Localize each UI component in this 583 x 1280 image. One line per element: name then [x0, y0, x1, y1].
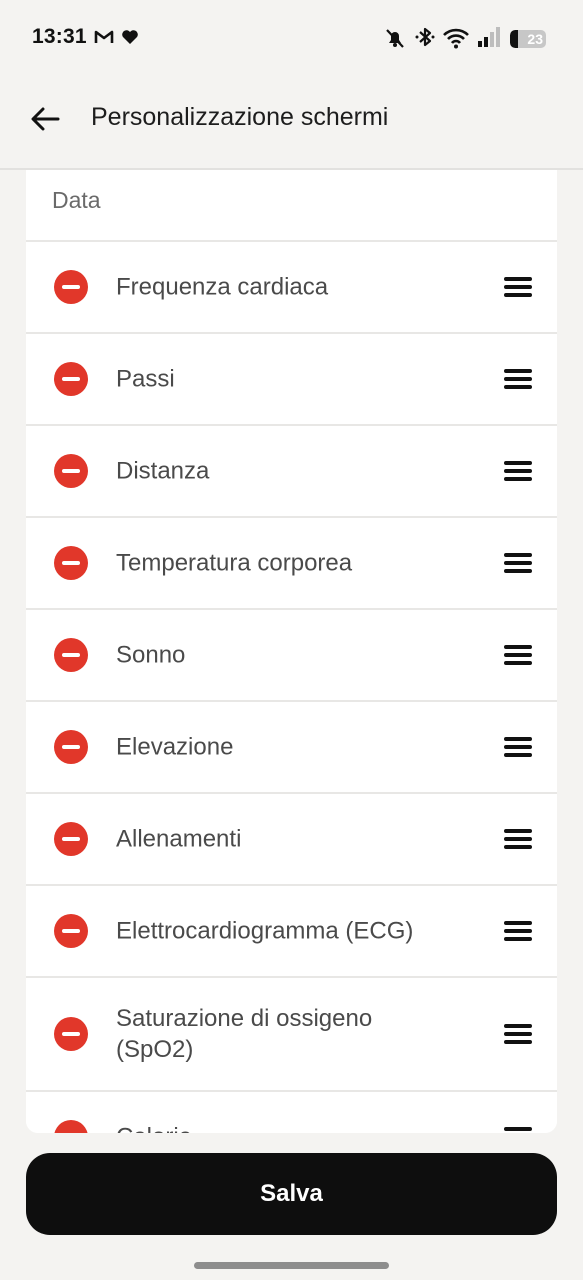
gesture-bar[interactable] [194, 1262, 389, 1269]
screen: 13:31 23 Personalizzazione schermi Data … [0, 0, 583, 1280]
back-button[interactable] [22, 96, 68, 142]
remove-button[interactable] [54, 730, 88, 764]
signal-icon [477, 26, 501, 53]
arrow-left-icon [31, 107, 60, 131]
battery-level: 23 [527, 31, 543, 47]
status-bar: 13:31 23 [0, 0, 583, 78]
section-header: Data [26, 170, 557, 242]
remove-button[interactable] [54, 546, 88, 580]
drag-handle-icon[interactable] [504, 919, 532, 943]
list-item: Sonno [26, 610, 557, 702]
gmail-icon [94, 29, 114, 50]
list-item-label: Elettrocardiogramma (ECG) [116, 917, 414, 945]
list-item: Passi [26, 334, 557, 426]
remove-button[interactable] [54, 1120, 88, 1133]
page-title: Personalizzazione schermi [91, 103, 389, 131]
drag-handle-icon[interactable] [504, 827, 532, 851]
drag-handle-icon[interactable] [504, 1022, 532, 1046]
list-item: Allenamenti [26, 794, 557, 886]
list-item-label: Distanza [116, 457, 210, 485]
list-item: Saturazione di ossigeno (SpO2) [26, 978, 557, 1092]
list-item: Frequenza cardiaca [26, 242, 557, 334]
drag-handle-icon[interactable] [504, 1125, 532, 1133]
drag-handle-icon[interactable] [504, 367, 532, 391]
list-item: Temperatura corporea [26, 518, 557, 610]
bluetooth-icon [414, 25, 436, 54]
list-item-label: Temperatura corporea [116, 549, 353, 577]
drag-handle-icon[interactable] [504, 643, 532, 667]
list-item: Distanza [26, 426, 557, 518]
remove-button[interactable] [54, 362, 88, 396]
list-item-label: Frequenza cardiaca [116, 273, 329, 301]
list-item-label: Allenamenti [116, 825, 242, 853]
remove-button[interactable] [54, 822, 88, 856]
list-item-label: Passi [116, 365, 175, 393]
list-item: Elevazione [26, 702, 557, 794]
heart-icon [121, 29, 139, 50]
drag-handle-icon[interactable] [504, 275, 532, 299]
drag-handle-icon[interactable] [504, 735, 532, 759]
list-item-label: Calorie [116, 1122, 456, 1134]
battery-icon: 23 [510, 30, 546, 48]
remove-button[interactable] [54, 638, 88, 672]
list-scroll: Data Frequenza cardiaca Passi Distanza T… [26, 170, 557, 1133]
drag-handle-icon[interactable] [504, 459, 532, 483]
do-not-disturb-icon [384, 27, 406, 54]
remove-button[interactable] [54, 270, 88, 304]
remove-button[interactable] [54, 454, 88, 488]
drag-handle-icon[interactable] [504, 551, 532, 575]
remove-button[interactable] [54, 1017, 88, 1051]
list-item-label: Elevazione [116, 733, 234, 761]
list-item-label: Sonno [116, 641, 186, 669]
screen-list[interactable]: Data Frequenza cardiaca Passi Distanza T… [26, 170, 557, 1133]
list-item-label: Saturazione di ossigeno (SpO2) [116, 1005, 373, 1063]
remove-button[interactable] [54, 914, 88, 948]
list-item: Calorie [26, 1092, 557, 1133]
app-bar: Personalizzazione schermi [0, 78, 583, 168]
list-item: Elettrocardiogramma (ECG) [26, 886, 557, 978]
status-time: 13:31 [32, 25, 87, 48]
save-button[interactable]: Salva [26, 1153, 557, 1235]
wifi-icon [442, 27, 470, 54]
